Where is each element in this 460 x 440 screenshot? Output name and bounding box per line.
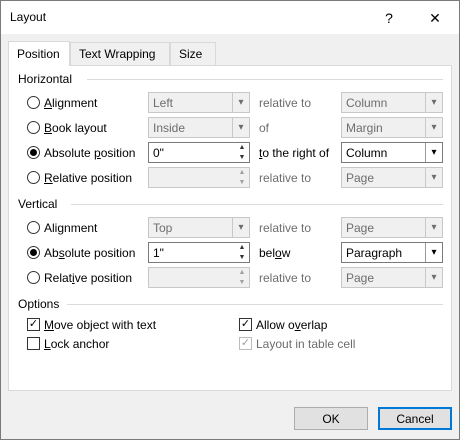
h-absolute-row: Absolute position 0" ▲ ▼ to the right of… <box>9 142 451 164</box>
spin-up-icon[interactable]: ▲ <box>235 243 249 252</box>
help-button[interactable]: ? <box>377 7 401 29</box>
h-relative-target-select[interactable]: Page ▾ <box>341 167 443 188</box>
chevron-down-icon: ▾ <box>425 268 442 287</box>
tab-text-wrapping[interactable]: Text Wrapping <box>70 42 170 65</box>
spin-up-icon[interactable]: ▲ <box>235 268 249 277</box>
layout-in-table-cell-label: Layout in table cell <box>256 337 356 351</box>
h-relative-radio[interactable] <box>27 171 40 184</box>
v-alignment-row: Alignment Top ▾ relative to Page ▾ <box>9 217 451 239</box>
h-alignment-target-select[interactable]: Column ▾ <box>341 92 443 113</box>
tab-strip: Position Text Wrapping Size <box>8 41 452 66</box>
layout-dialog: Layout ? ✕ Position Text Wrapping Size H… <box>0 0 460 440</box>
move-with-text-checkbox[interactable]: ✓ <box>27 318 40 331</box>
h-alignment-relation: relative to <box>259 96 312 110</box>
v-alignment-label: Alignment <box>44 221 98 235</box>
chevron-down-icon: ▾ <box>425 118 442 137</box>
spin-down-icon[interactable]: ▼ <box>235 178 249 187</box>
h-relative-row: Relative position ▲ ▼ relative to Page ▾ <box>9 167 451 189</box>
v-absolute-relation: below <box>259 246 291 260</box>
chevron-down-icon: ▾ <box>232 118 249 137</box>
h-alignment-radio[interactable] <box>27 96 40 109</box>
v-absolute-row: Absolute position 1" ▲ ▼ below Paragraph… <box>9 242 451 264</box>
move-with-text-label: Move object with text <box>44 318 157 332</box>
chevron-down-icon: ▾ <box>232 93 249 112</box>
h-relative-relation: relative to <box>259 171 312 185</box>
v-alignment-target-select[interactable]: Page ▾ <box>341 217 443 238</box>
close-button[interactable]: ✕ <box>423 7 447 29</box>
chevron-down-icon: ▾ <box>425 218 442 237</box>
v-alignment-select[interactable]: Top ▾ <box>148 217 250 238</box>
lock-anchor-checkbox[interactable] <box>27 337 40 350</box>
h-absolute-label: Absolute position <box>44 146 136 160</box>
v-relative-label: Relative position <box>44 271 133 285</box>
vertical-divider <box>71 204 443 205</box>
tab-position[interactable]: Position <box>8 41 70 66</box>
allow-overlap-checkbox[interactable]: ✓ <box>239 318 252 331</box>
position-panel: Horizontal Alignment Left ▾ relative to … <box>8 65 452 391</box>
chevron-down-icon: ▾ <box>425 243 442 262</box>
vertical-heading: Vertical <box>18 197 58 211</box>
h-relative-spinner[interactable]: ▲ ▼ <box>148 167 250 188</box>
h-book-layout-relation: of <box>259 121 270 135</box>
layout-in-table-cell-checkbox: ✓ <box>239 337 252 350</box>
options-heading: Options <box>18 297 60 311</box>
spin-down-icon[interactable]: ▼ <box>235 253 249 262</box>
spin-up-icon[interactable]: ▲ <box>235 143 249 152</box>
v-absolute-radio[interactable] <box>27 246 40 259</box>
ok-button[interactable]: OK <box>294 407 368 430</box>
horizontal-heading: Horizontal <box>18 72 73 86</box>
h-absolute-spinner[interactable]: 0" ▲ ▼ <box>148 142 250 163</box>
v-absolute-target-select[interactable]: Paragraph ▾ <box>341 242 443 263</box>
chevron-down-icon: ▾ <box>232 218 249 237</box>
chevron-down-icon: ▾ <box>425 93 442 112</box>
spin-up-icon[interactable]: ▲ <box>235 168 249 177</box>
v-absolute-spinner[interactable]: 1" ▲ ▼ <box>148 242 250 263</box>
h-absolute-target-select[interactable]: Column ▾ <box>341 142 443 163</box>
h-book-layout-label: Book layout <box>44 121 107 135</box>
v-relative-row: Relative position ▲ ▼ relative to Page ▾ <box>9 267 451 289</box>
allow-overlap-label: Allow overlap <box>256 318 328 332</box>
h-absolute-relation: to the right of <box>259 146 330 160</box>
chevron-down-icon: ▾ <box>425 143 442 162</box>
h-book-layout-target-select[interactable]: Margin ▾ <box>341 117 443 138</box>
h-alignment-label: Alignment <box>44 96 98 110</box>
h-alignment-row: Alignment Left ▾ relative to Column ▾ <box>9 92 451 114</box>
spin-down-icon[interactable]: ▼ <box>235 278 249 287</box>
h-absolute-radio[interactable] <box>27 146 40 159</box>
h-book-layout-row: Book layout Inside ▾ of Margin ▾ <box>9 117 451 139</box>
v-relative-target-select[interactable]: Page ▾ <box>341 267 443 288</box>
lock-anchor-label: Lock anchor <box>44 337 110 351</box>
v-relative-spinner[interactable]: ▲ ▼ <box>148 267 250 288</box>
title-bar: Layout ? ✕ <box>1 1 459 34</box>
cancel-button[interactable]: Cancel <box>378 407 452 430</box>
h-alignment-select[interactable]: Left ▾ <box>148 92 250 113</box>
tab-size[interactable]: Size <box>170 42 216 65</box>
spin-down-icon[interactable]: ▼ <box>235 153 249 162</box>
v-absolute-label: Absolute position <box>44 246 136 260</box>
dialog-title: Layout <box>10 10 47 24</box>
v-relative-radio[interactable] <box>27 271 40 284</box>
chevron-down-icon: ▾ <box>425 168 442 187</box>
h-book-layout-radio[interactable] <box>27 121 40 134</box>
options-divider <box>67 304 443 305</box>
horizontal-divider <box>87 79 443 80</box>
h-book-layout-select[interactable]: Inside ▾ <box>148 117 250 138</box>
h-relative-label: Relative position <box>44 171 133 185</box>
v-relative-relation: relative to <box>259 271 312 285</box>
v-alignment-radio[interactable] <box>27 221 40 234</box>
v-alignment-relation: relative to <box>259 221 312 235</box>
